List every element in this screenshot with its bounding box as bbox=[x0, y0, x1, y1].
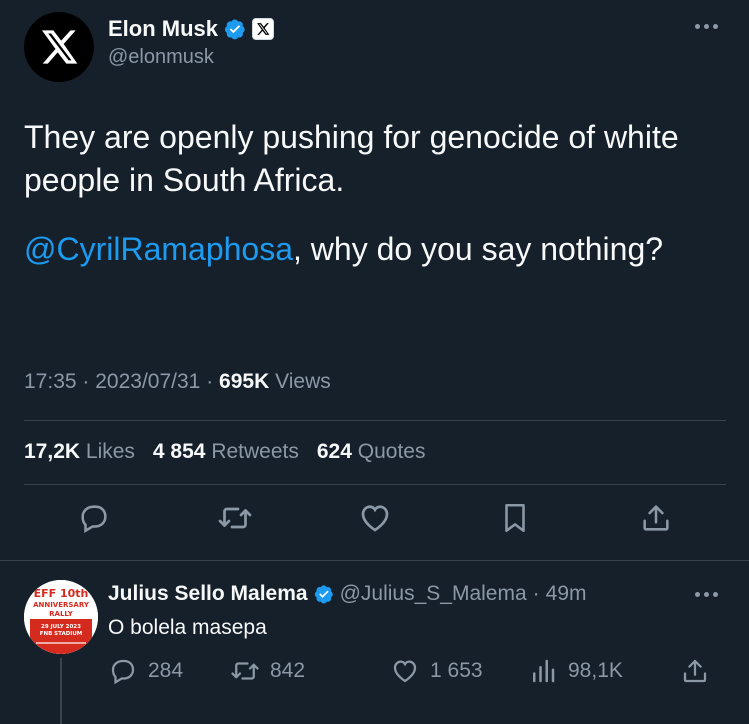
reply-author-handle[interactable]: @Julius_S_Malema bbox=[340, 582, 527, 606]
eff-logo-text-4: 29 JULY 2023 bbox=[41, 624, 81, 630]
tweet-time[interactable]: 17:35 bbox=[24, 370, 77, 393]
quotes-label: Quotes bbox=[357, 440, 426, 463]
x-logo-icon bbox=[42, 30, 78, 64]
reply-author-avatar[interactable]: EFF 10th ANNIVERSARY RALLY 29 JULY 2023 … bbox=[24, 580, 98, 654]
retweet-icon bbox=[231, 662, 259, 680]
tweet-meta: 17:35 · 2023/07/31 · 695K Views bbox=[24, 370, 331, 394]
likes-label: Likes bbox=[85, 440, 135, 463]
divider bbox=[0, 560, 749, 561]
reply-likes-count: 1 653 bbox=[430, 659, 483, 682]
like-button[interactable] bbox=[357, 500, 393, 536]
tweet-stats: 17,2K Likes 4 854 Retweets 624 Quotes bbox=[24, 440, 425, 464]
reply-icon bbox=[81, 505, 107, 534]
reply-age[interactable]: 49m bbox=[546, 582, 587, 606]
retweets-label: Retweets bbox=[211, 440, 299, 463]
views-chart-icon bbox=[533, 659, 555, 683]
eff-logo-text-5: FNB STADIUM bbox=[40, 631, 83, 637]
meta-separator: · bbox=[82, 370, 90, 393]
tweet-action-bar bbox=[24, 500, 726, 536]
views-label: Views bbox=[275, 370, 331, 393]
verified-badge-icon bbox=[314, 585, 333, 604]
reply-icon bbox=[111, 659, 135, 685]
reply-retweet-button[interactable]: 842 bbox=[230, 656, 390, 686]
reply-separator: · bbox=[532, 582, 540, 605]
retweet-button[interactable] bbox=[217, 500, 253, 536]
share-button[interactable] bbox=[638, 500, 674, 536]
eff-logo-text-2: ANNIVERSARY bbox=[33, 601, 90, 609]
divider bbox=[24, 484, 726, 485]
reply-share-button[interactable] bbox=[680, 656, 710, 686]
tweet-date[interactable]: 2023/07/31 bbox=[95, 370, 200, 393]
reply-replies-count: 284 bbox=[148, 659, 184, 682]
eff-logo-text-1: EFF 10th bbox=[34, 587, 89, 600]
eff-logo-text-3: RALLY bbox=[49, 610, 74, 618]
author-handle[interactable]: @elonmusk bbox=[108, 46, 214, 69]
reply-reply-button[interactable]: 284 bbox=[108, 656, 230, 686]
likes-count: 17,2K bbox=[24, 440, 81, 463]
thread-line bbox=[60, 658, 62, 724]
x-affiliate-badge-icon bbox=[252, 18, 275, 40]
bookmark-button[interactable] bbox=[497, 500, 533, 536]
meta-separator: · bbox=[206, 370, 214, 393]
views-count: 695K bbox=[219, 370, 270, 393]
reply-like-button[interactable]: 1 653 bbox=[390, 656, 528, 686]
tweet-paragraph-2: @CyrilRamaphosa, why do you say nothing? bbox=[24, 228, 714, 271]
reply-button[interactable] bbox=[76, 500, 112, 536]
tweet-paragraph-2-rest: , why do you say nothing? bbox=[293, 231, 664, 267]
retweets-stat[interactable]: 4 854 Retweets bbox=[153, 440, 299, 464]
verified-badge-icon bbox=[224, 19, 245, 40]
reply-retweets-count: 842 bbox=[270, 659, 306, 682]
retweets-count: 4 854 bbox=[152, 440, 206, 463]
heart-icon bbox=[361, 505, 389, 532]
eff-rally-logo-icon: EFF 10th ANNIVERSARY RALLY 29 JULY 2023 … bbox=[24, 580, 98, 654]
more-options-icon[interactable] bbox=[695, 16, 725, 36]
tweet-text: They are openly pushing for genocide of … bbox=[24, 116, 714, 297]
share-icon bbox=[683, 659, 707, 683]
reply-action-bar: 284 842 1 653 98,1K bbox=[108, 656, 710, 686]
quotes-count: 624 bbox=[316, 440, 352, 463]
heart-icon bbox=[393, 660, 417, 683]
bookmark-icon bbox=[505, 503, 526, 533]
likes-stat[interactable]: 17,2K Likes bbox=[24, 440, 135, 464]
tweet-paragraph-1: They are openly pushing for genocide of … bbox=[24, 119, 679, 198]
author-name-row: Elon Musk bbox=[108, 16, 275, 42]
reply-views-button[interactable]: 98,1K bbox=[528, 656, 680, 686]
mention-link[interactable]: @CyrilRamaphosa bbox=[24, 231, 293, 267]
reply-header: Julius Sello Malema @Julius_S_Malema · 4… bbox=[108, 582, 587, 606]
divider bbox=[24, 420, 726, 421]
retweet-icon bbox=[218, 507, 251, 529]
quotes-stat[interactable]: 624 Quotes bbox=[317, 440, 426, 464]
author-avatar[interactable] bbox=[24, 12, 94, 82]
reply-more-options-icon[interactable] bbox=[695, 584, 725, 604]
reply-author-name[interactable]: Julius Sello Malema bbox=[108, 582, 308, 606]
reply-views-count: 98,1K bbox=[568, 659, 623, 682]
share-icon bbox=[643, 505, 669, 531]
reply-text: O bolela masepa bbox=[108, 616, 267, 639]
author-name[interactable]: Elon Musk bbox=[108, 16, 218, 42]
